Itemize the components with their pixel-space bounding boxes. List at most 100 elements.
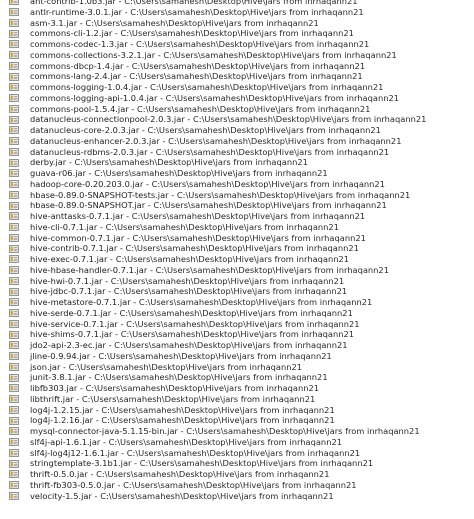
jar-list-item[interactable]: hive-serde-0.7.1.jar - C:\Users\samahesh… bbox=[0, 308, 474, 319]
jar-list-item[interactable]: junit-3.8.1.jar - C:\Users\samahesh\Desk… bbox=[0, 372, 474, 383]
separator: - bbox=[93, 415, 102, 426]
separator: - bbox=[123, 211, 132, 221]
jar-list-item[interactable]: hive-shims-0.7.1.jar - C:\Users\samahesh… bbox=[0, 329, 474, 340]
separator: - bbox=[168, 189, 177, 200]
jar-list-item[interactable]: log4j-1.2.15.jar - C:\Users\samahesh\Des… bbox=[0, 405, 474, 416]
jar-list-item[interactable]: hbase-0.89.0-SNAPSHOT-tests.jar - C:\Use… bbox=[0, 190, 474, 201]
jar-file-icon bbox=[9, 319, 19, 328]
jar-list-item[interactable]: datanucleus-enhancer-2.0.3.jar - C:\User… bbox=[0, 136, 474, 147]
jar-list-item[interactable]: datanucleus-connectionpool-2.0.3.jar - C… bbox=[0, 114, 474, 125]
jar-list-item[interactable]: slf4j-log4j12-1.6.1.jar - C:\Users\samah… bbox=[0, 448, 474, 459]
jar-list-item[interactable]: hive-contrib-0.7.1.jar - C:\Users\samahe… bbox=[0, 243, 474, 254]
jar-name: commons-codec-1.3.jar bbox=[30, 39, 128, 49]
jar-list-item[interactable]: hive-hbase-handler-0.7.1.jar - C:\Users\… bbox=[0, 265, 474, 276]
jar-list-item[interactable]: commons-pool-1.5.4.jar - C:\Users\samahe… bbox=[0, 104, 474, 115]
jar-name: datanucleus-enhancer-2.0.3.jar bbox=[30, 135, 160, 146]
jar-list-item[interactable]: hive-hwi-0.7.1.jar - C:\Users\samahesh\D… bbox=[0, 276, 474, 287]
jar-file-icon bbox=[9, 448, 19, 457]
jar-list-item[interactable]: stringtemplate-3.1b1.jar - C:\Users\sama… bbox=[0, 458, 474, 469]
jar-list-item[interactable]: json.jar - C:\Users\samahesh\Desktop\Hiv… bbox=[0, 362, 474, 373]
jar-list-item[interactable]: jline-0.9.94.jar - C:\Users\samahesh\Des… bbox=[0, 351, 474, 362]
jar-list-item[interactable]: hive-metastore-0.7.1.jar - C:\Users\sama… bbox=[0, 297, 474, 308]
jar-list-item[interactable]: hadoop-core-0.20.203.0.jar - C:\Users\sa… bbox=[0, 179, 474, 190]
jar-list-item[interactable]: commons-logging-1.0.4.jar - C:\Users\sam… bbox=[0, 82, 474, 93]
jar-path: C:\Users\samahesh\Desktop\Hive\jars from… bbox=[108, 436, 343, 447]
jar-list-item[interactable]: thrift-fb303-0.5.0.jar - C:\Users\samahe… bbox=[0, 480, 474, 491]
jar-name: hive-metastore-0.7.1.jar bbox=[30, 297, 131, 307]
jar-name: datanucleus-connectionpool-2.0.3.jar bbox=[30, 114, 185, 125]
jar-file-icon bbox=[9, 29, 19, 38]
jar-file-icon bbox=[9, 51, 19, 60]
jar-path: C:\Users\samahesh\Desktop\Hive\jars from… bbox=[124, 0, 358, 6]
jar-path: C:\Users\samahesh\Desktop\Hive\jars from… bbox=[147, 125, 381, 135]
jar-file-icon bbox=[9, 395, 19, 404]
jar-name: slf4j-log4j12-1.6.1.jar bbox=[30, 447, 119, 458]
jar-list-item[interactable]: thrift-0.5.0.jar - C:\Users\samahesh\Des… bbox=[0, 469, 474, 480]
jar-list-item[interactable]: hbase-0.89.0-SNAPSHOT.jar - C:\Users\sam… bbox=[0, 200, 474, 211]
jar-name: mysql-connector-java-5.1.15-bin.jar bbox=[30, 426, 178, 436]
jar-list-item[interactable]: commons-cli-1.2.jar - C:\Users\samahesh\… bbox=[0, 28, 474, 39]
jar-path: C:\Users\samahesh\Desktop\Hive\jars from… bbox=[126, 318, 360, 329]
jar-name: datanucleus-core-2.0.3.jar bbox=[30, 125, 140, 135]
separator: - bbox=[141, 82, 151, 92]
jar-name: libfb303.jar bbox=[30, 383, 78, 393]
jar-name: commons-lang-2.4.jar bbox=[30, 71, 121, 82]
jar-list-item[interactable]: libfb303.jar - C:\Users\samahesh\Desktop… bbox=[0, 383, 474, 394]
jar-path: C:\Users\samahesh\Desktop\Hive\jars from… bbox=[74, 157, 308, 168]
jar-list-item[interactable]: hive-common-0.7.1.jar - C:\Users\samahes… bbox=[0, 233, 474, 244]
jar-list-item[interactable]: commons-dbcp-1.4.jar - C:\Users\samahesh… bbox=[0, 61, 474, 72]
separator: - bbox=[105, 340, 115, 350]
jar-list-item[interactable]: commons-codec-1.3.jar - C:\Users\samahes… bbox=[0, 39, 474, 50]
jar-list-item[interactable]: hive-jdbc-0.7.1.jar - C:\Users\samahesh\… bbox=[0, 286, 474, 297]
jar-name: hive-hwi-0.7.1.jar bbox=[30, 275, 103, 286]
separator: - bbox=[77, 17, 86, 28]
jar-list-item[interactable]: hive-service-0.7.1.jar - C:\Users\samahe… bbox=[0, 319, 474, 330]
separator: - bbox=[66, 157, 75, 168]
jar-path: C:\Users\samahesh\Desktop\Hive\jars from… bbox=[85, 383, 320, 393]
jar-name: commons-cli-1.2.jar bbox=[30, 28, 113, 39]
separator: - bbox=[177, 426, 187, 436]
jar-list: ant-contrib-1.0b3.jar - C:\Users\samahes… bbox=[0, 0, 474, 501]
jar-path: C:\Users\samahesh\Desktop\Hive\jars from… bbox=[101, 415, 335, 426]
jar-list-item[interactable]: commons-collections-3.2.1.jar - C:\Users… bbox=[0, 50, 474, 61]
jar-list-item[interactable]: ant-contrib-1.0b3.jar - C:\Users\samahes… bbox=[0, 0, 474, 7]
jar-list-item[interactable]: velocity-1.5.jar - C:\Users\samahesh\Des… bbox=[0, 491, 474, 502]
jar-list-item[interactable]: log4j-1.2.16.jar - C:\Users\samahesh\Des… bbox=[0, 415, 474, 426]
jar-list-item[interactable]: asm-3.1.jar - C:\Users\samahesh\Desktop\… bbox=[0, 18, 474, 29]
jar-file-icon bbox=[9, 266, 19, 275]
jar-file-icon bbox=[9, 330, 19, 339]
jar-name: hive-jdbc-0.7.1.jar bbox=[30, 286, 106, 297]
jar-list-item[interactable]: hive-anttasks-0.7.1.jar - C:\Users\samah… bbox=[0, 211, 474, 222]
jar-file-icon bbox=[9, 40, 19, 49]
jar-list-item[interactable]: jdo2-api-2.3-ec.jar - C:\Users\samahesh\… bbox=[0, 340, 474, 351]
jar-file-icon bbox=[9, 373, 19, 382]
jar-list-item[interactable]: hive-exec-0.7.1.jar - C:\Users\samahesh\… bbox=[0, 254, 474, 265]
jar-list-item[interactable]: commons-logging-api-1.0.4.jar - C:\Users… bbox=[0, 93, 474, 104]
jar-name: commons-collections-3.2.1.jar bbox=[30, 49, 156, 60]
separator: - bbox=[115, 0, 125, 6]
jar-path: C:\Users\samahesh\Desktop\Hive\jars from… bbox=[139, 458, 374, 469]
jar-file-icon bbox=[9, 0, 19, 6]
separator: - bbox=[128, 103, 138, 114]
jar-list-item[interactable]: guava-r06.jar - C:\Users\samahesh\Deskto… bbox=[0, 168, 474, 179]
jar-list-item[interactable]: datanucleus-core-2.0.3.jar - C:\Users\sa… bbox=[0, 125, 474, 136]
separator: - bbox=[184, 114, 194, 125]
jar-list-item[interactable]: libthrift.jar - C:\Users\samahesh\Deskto… bbox=[0, 394, 474, 405]
jar-path: C:\Users\samahesh\Desktop\Hive\jars from… bbox=[176, 189, 411, 200]
jar-name: hive-common-0.7.1.jar bbox=[30, 232, 125, 243]
jar-list-item[interactable]: datanucleus-rdbms-2.0.3.jar - C:\Users\s… bbox=[0, 147, 474, 158]
jar-name: commons-logging-api-1.0.4.jar bbox=[30, 92, 158, 103]
jar-list-item[interactable]: mysql-connector-java-5.1.15-bin.jar - C:… bbox=[0, 426, 474, 437]
jar-path: C:\Users\samahesh\Desktop\Hive\jars from… bbox=[125, 243, 359, 254]
jar-name: ant-contrib-1.0b3.jar bbox=[30, 0, 116, 6]
jar-list-item[interactable]: slf4j-api-1.6.1.jar - C:\Users\samahesh\… bbox=[0, 437, 474, 448]
jar-list-item[interactable]: derby.jar - C:\Users\samahesh\Desktop\Hi… bbox=[0, 157, 474, 168]
jar-list-item[interactable]: antlr-runtime-3.0.1.jar - C:\Users\samah… bbox=[0, 7, 474, 18]
jar-list-item[interactable]: hive-cli-0.7.1.jar - C:\Users\samahesh\D… bbox=[0, 222, 474, 233]
jar-list-item[interactable]: commons-lang-2.4.jar - C:\Users\samahesh… bbox=[0, 71, 474, 82]
jar-file-icon bbox=[9, 405, 19, 414]
separator: - bbox=[107, 254, 116, 264]
jar-file-icon bbox=[9, 201, 19, 210]
jar-file-icon bbox=[9, 341, 19, 350]
separator: - bbox=[91, 490, 101, 501]
